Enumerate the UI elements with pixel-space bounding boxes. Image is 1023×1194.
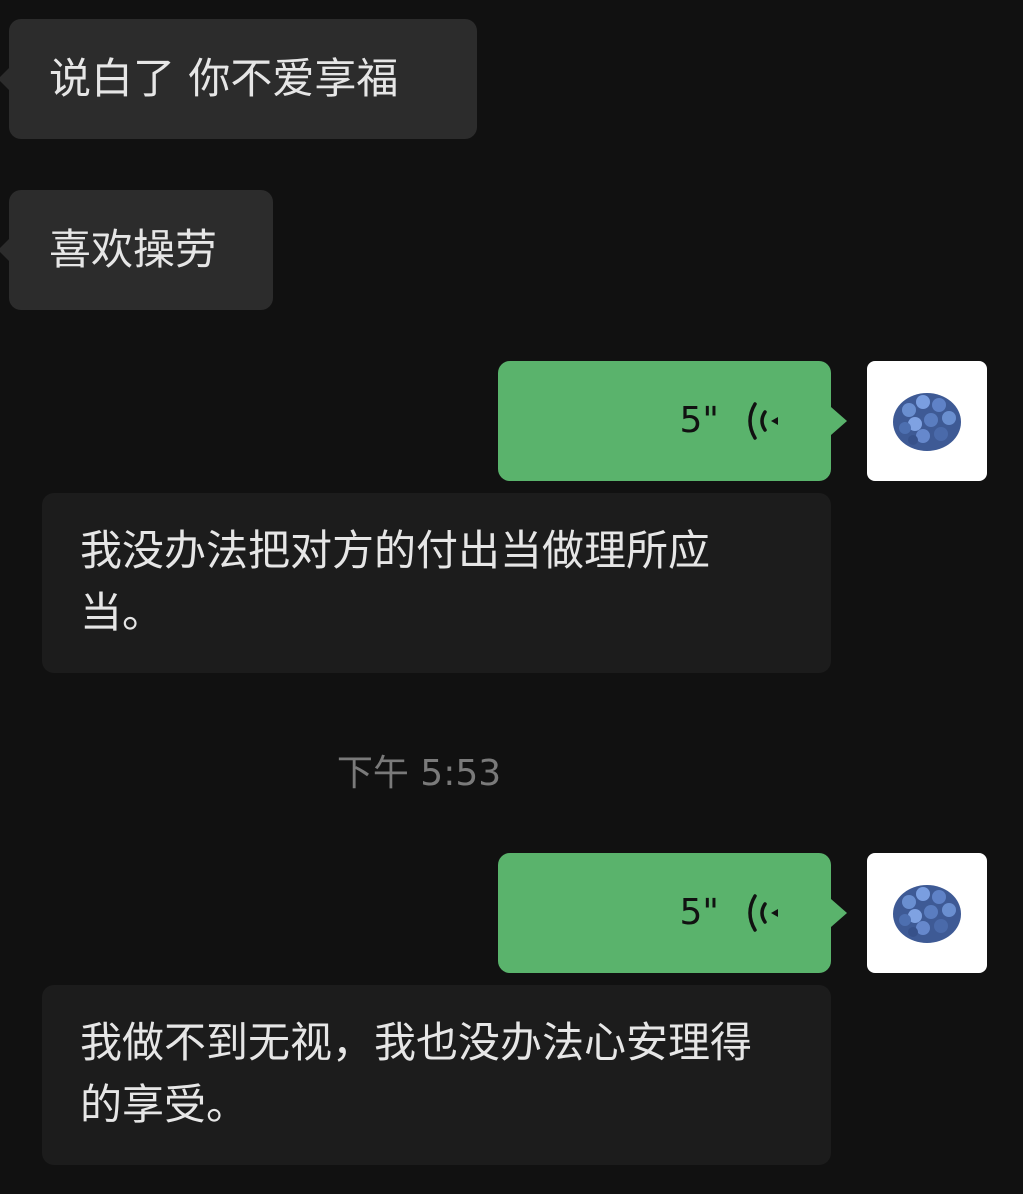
message-text: 说白了 你不爱享福 [49,54,399,103]
voice-message[interactable]: 5" [498,853,847,973]
avatar[interactable] [867,361,987,481]
message-text: 喜欢操劳 [49,225,218,274]
voice-duration: 5" [679,892,719,933]
voice-wave-icon [748,894,778,932]
voice-duration: 5" [679,400,719,441]
hydrangea-avatar-icon [893,885,961,943]
incoming-message[interactable]: 喜欢操劳 [0,190,273,310]
avatar[interactable] [867,853,987,973]
hydrangea-avatar-icon [893,393,961,451]
voice-transcript: 我做不到无视，我也没办法心安理得的享受。 [42,985,831,1165]
transcript-text: 我没办法把对方的付出当做理所应当。 [80,526,711,637]
incoming-message[interactable]: 说白了 你不爱享福 [0,19,477,139]
transcript-text: 我做不到无视，我也没办法心安理得的享受。 [80,1018,753,1129]
voice-message[interactable]: 5" [498,361,847,481]
voice-wave-icon [748,402,778,440]
message-timestamp: 下午 5:53 [336,753,502,794]
voice-transcript: 我没办法把对方的付出当做理所应当。 [42,493,831,673]
